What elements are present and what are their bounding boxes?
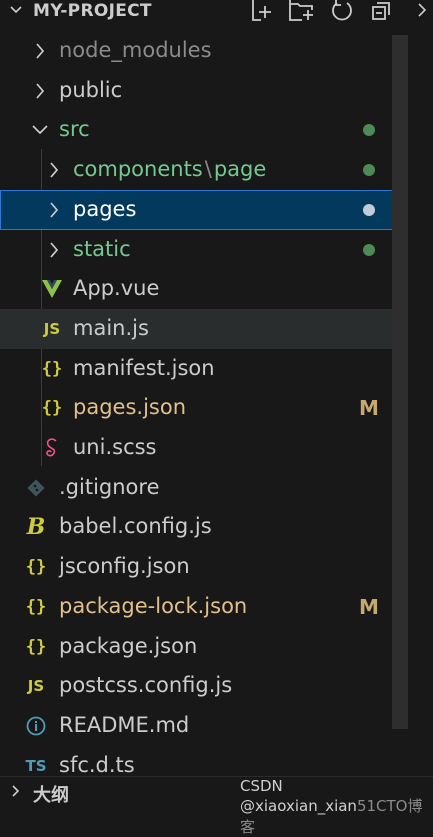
refresh-icon[interactable] (322, 0, 362, 22)
project-title: MY-PROJECT (33, 1, 152, 21)
file-label: manifest.json (73, 355, 215, 380)
file-row-readme-md[interactable]: README.md (0, 706, 408, 746)
sass-icon (40, 437, 64, 459)
chevron-right-icon[interactable] (44, 239, 64, 261)
outline-title: 大纲 (33, 785, 69, 806)
file-label: babel.config.js (59, 514, 212, 539)
file-row-package-lock-json[interactable]: {} package-lock.json M (0, 587, 408, 627)
git-status-dot (363, 203, 375, 216)
ts-icon: TS (25, 756, 47, 775)
file-row-postcss-config-js[interactable]: JS postcss.config.js (0, 666, 408, 706)
file-row-manifest-json[interactable]: {} manifest.json (0, 349, 408, 389)
folder-row-static[interactable]: static (0, 230, 408, 270)
json-icon: {} (41, 398, 63, 419)
babel-icon: B (26, 514, 46, 541)
git-modified-badge: M (359, 594, 379, 619)
file-row-gitignore[interactable]: .gitignore (0, 468, 408, 508)
file-label: jsconfig.json (59, 554, 190, 579)
folder-row-public[interactable]: public (0, 71, 408, 111)
vue-icon (40, 278, 64, 300)
folder-label: components\page (73, 157, 267, 182)
file-row-jsconfig-json[interactable]: {} jsconfig.json (0, 547, 408, 587)
file-label: pages.json (73, 395, 186, 420)
chevron-right-icon[interactable] (44, 159, 64, 181)
folder-label: node_modules (59, 38, 212, 62)
file-label: package-lock.json (59, 593, 248, 618)
git-status-dot (363, 243, 375, 256)
chevron-right-icon[interactable] (8, 783, 24, 803)
folder-row-src[interactable]: src (0, 110, 408, 150)
git-status-dot (363, 124, 375, 137)
new-folder-icon[interactable] (282, 0, 322, 22)
file-label: main.js (73, 315, 149, 340)
folder-row-components[interactable]: components\page (0, 150, 408, 190)
file-label: uni.scss (73, 435, 157, 459)
explorer-actions (242, 0, 433, 22)
chevron-right-icon[interactable] (44, 199, 64, 221)
file-row-pages-json[interactable]: {} pages.json M (0, 388, 408, 428)
file-row-app-vue[interactable]: App.vue (0, 269, 408, 309)
js-icon: JS (43, 319, 61, 338)
file-label: sfc.d.ts (59, 752, 135, 777)
folder-row-pages[interactable]: pages (0, 189, 408, 230)
git-modified-badge: M (359, 396, 379, 421)
collapse-all-icon[interactable] (362, 0, 402, 22)
json-icon: {} (41, 358, 63, 379)
chevron-right-icon[interactable] (30, 40, 50, 62)
explorer-header: MY-PROJECT (0, 0, 433, 22)
json-icon: {} (25, 596, 47, 617)
folder-label: pages (73, 196, 137, 221)
file-row-package-json[interactable]: {} package.json (0, 627, 408, 667)
new-file-icon[interactable] (242, 0, 282, 22)
js-icon: JS (27, 677, 45, 696)
file-label: README.md (59, 712, 190, 737)
chevron-down-icon[interactable] (30, 119, 50, 141)
chevron-right-icon[interactable] (30, 80, 50, 102)
git-icon (24, 477, 48, 499)
chevron-down-icon[interactable] (8, 2, 24, 22)
folder-label: public (59, 77, 123, 102)
file-label: App.vue (73, 276, 160, 301)
more-chevron-icon[interactable] (402, 0, 433, 22)
file-row-babel-config-js[interactable]: Bbabel.config.js (0, 507, 408, 547)
folder-row-node-modules[interactable]: node_modules (0, 31, 408, 71)
json-icon: {} (25, 636, 47, 657)
info-icon (24, 715, 48, 737)
json-icon: {} (25, 557, 47, 578)
file-row-uni-scss[interactable]: uni.scss (0, 428, 408, 468)
file-label: postcss.config.js (59, 673, 233, 698)
file-row-main-js[interactable]: JS main.js (0, 308, 408, 349)
watermark: CSDN @xiaoxian_xian51CTO博客 (240, 777, 423, 836)
scrollbar[interactable] (392, 35, 408, 729)
folder-label: static (73, 236, 131, 261)
file-label: package.json (59, 633, 198, 658)
folder-label: src (59, 117, 90, 142)
git-status-dot (363, 164, 375, 177)
file-label: .gitignore (59, 474, 160, 499)
